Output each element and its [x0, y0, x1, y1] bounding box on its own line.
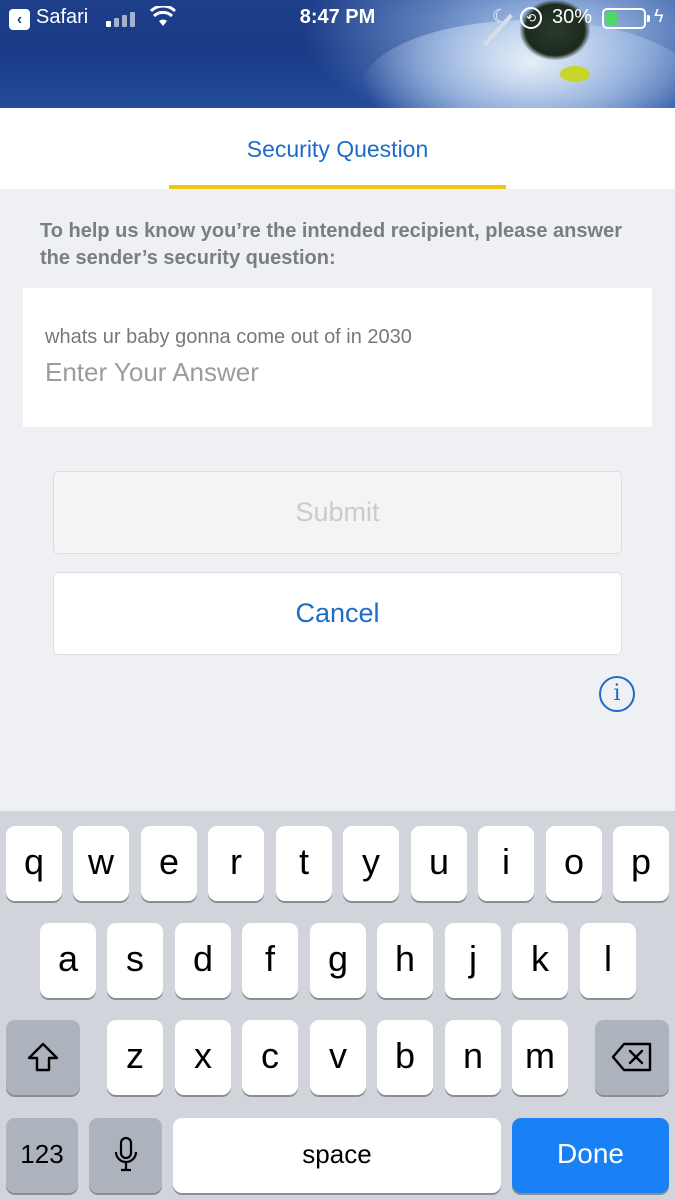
space-key[interactable]: space	[173, 1118, 501, 1193]
on-screen-keyboard: q w e r t y u i o p a s d f g h j k l z …	[0, 811, 675, 1200]
tab-bar: Security Question	[0, 108, 675, 189]
rotation-lock-icon: ⟲	[520, 7, 542, 29]
key-t[interactable]: t	[276, 826, 332, 901]
key-z[interactable]: z	[107, 1020, 163, 1095]
key-j[interactable]: j	[445, 923, 501, 998]
battery-icon	[602, 8, 650, 29]
cancel-button[interactable]: Cancel	[53, 572, 622, 655]
banner-skier-glove	[560, 66, 590, 82]
done-key[interactable]: Done	[512, 1118, 669, 1193]
security-question-card: whats ur baby gonna come out of in 2030	[23, 288, 652, 427]
delete-key[interactable]	[595, 1020, 669, 1095]
do-not-disturb-icon: ☾	[492, 6, 509, 26]
key-w[interactable]: w	[73, 826, 129, 901]
key-g[interactable]: g	[310, 923, 366, 998]
key-q[interactable]: q	[6, 826, 62, 901]
status-bar: ‹ Safari 8:47 PM ☾ ⟲ 30% ϟ	[0, 0, 675, 40]
key-p[interactable]: p	[613, 826, 669, 901]
charging-bolt-icon: ϟ	[654, 6, 664, 26]
key-h[interactable]: h	[377, 923, 433, 998]
key-e[interactable]: e	[141, 826, 197, 901]
dictation-key[interactable]	[89, 1118, 162, 1193]
key-x[interactable]: x	[175, 1020, 231, 1095]
numbers-key[interactable]: 123	[6, 1118, 78, 1193]
key-u[interactable]: u	[411, 826, 467, 901]
shift-key[interactable]	[6, 1020, 80, 1095]
tab-active-indicator	[169, 185, 506, 189]
key-d[interactable]: d	[175, 923, 231, 998]
tab-security-question[interactable]: Security Question	[0, 136, 675, 163]
key-y[interactable]: y	[343, 826, 399, 901]
header-banner: ‹ Safari 8:47 PM ☾ ⟲ 30% ϟ	[0, 0, 675, 108]
key-i[interactable]: i	[478, 826, 534, 901]
battery-percent: 30%	[552, 6, 593, 28]
instructions-text: To help us know you’re the intended reci…	[40, 220, 622, 269]
security-question-text: whats ur baby gonna come out of in 2030	[45, 326, 412, 348]
answer-input[interactable]	[45, 352, 625, 392]
microphone-icon	[114, 1136, 137, 1172]
submit-button[interactable]: Submit	[53, 471, 622, 554]
key-b[interactable]: b	[377, 1020, 433, 1095]
key-m[interactable]: m	[512, 1020, 568, 1095]
key-c[interactable]: c	[242, 1020, 298, 1095]
key-o[interactable]: o	[546, 826, 602, 901]
key-a[interactable]: a	[40, 923, 96, 998]
key-s[interactable]: s	[107, 923, 163, 998]
key-v[interactable]: v	[310, 1020, 366, 1095]
key-f[interactable]: f	[242, 923, 298, 998]
key-l[interactable]: l	[580, 923, 636, 998]
key-n[interactable]: n	[445, 1020, 501, 1095]
key-r[interactable]: r	[208, 826, 264, 901]
battery-level-fill	[606, 12, 617, 25]
shift-icon	[27, 1042, 59, 1072]
key-k[interactable]: k	[512, 923, 568, 998]
backspace-icon	[611, 1042, 652, 1072]
info-icon[interactable]: i	[599, 676, 635, 712]
